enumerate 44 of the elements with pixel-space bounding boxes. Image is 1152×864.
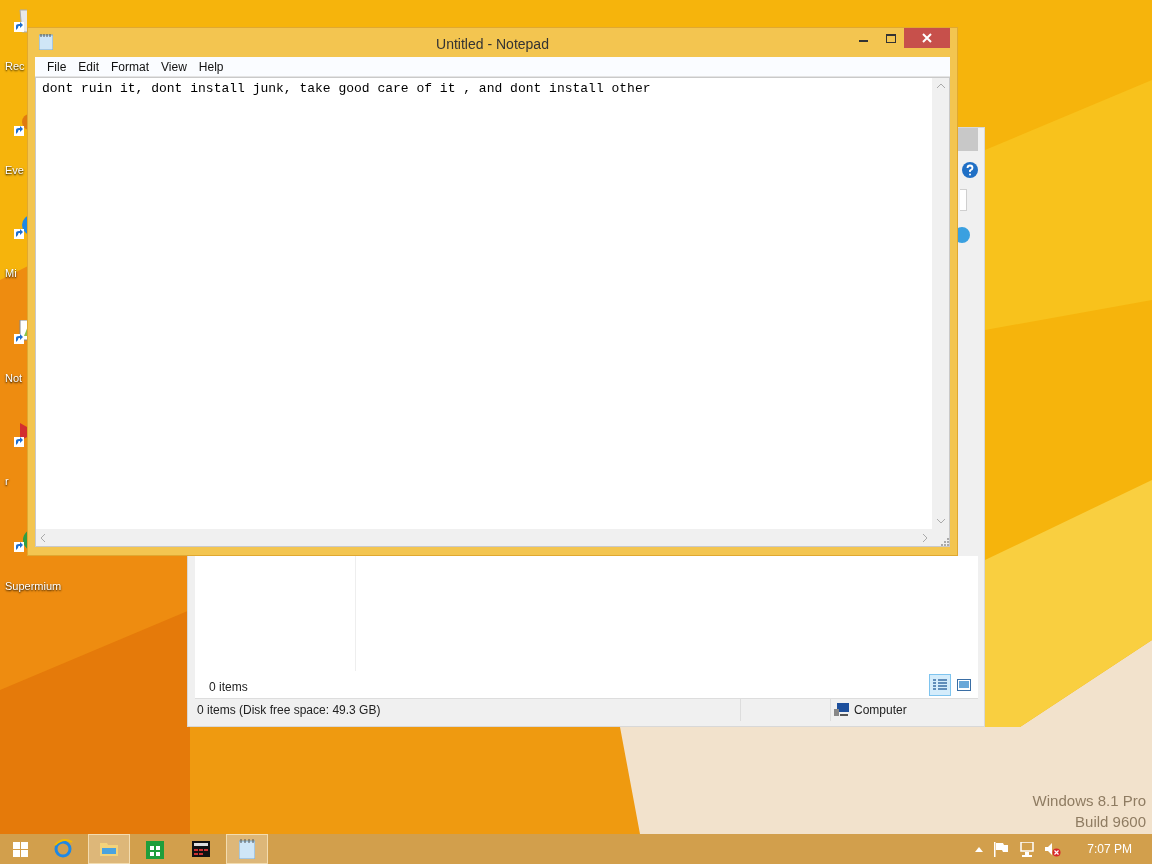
notepad-icon: [39, 34, 53, 50]
horizontal-scrollbar[interactable]: [36, 529, 932, 546]
vertical-scrollbar[interactable]: [932, 78, 949, 529]
clock[interactable]: 7:07 PM: [1087, 840, 1132, 858]
minimize-icon: [859, 40, 868, 42]
close-icon: [922, 33, 932, 43]
location-label: Computer: [854, 702, 907, 719]
flag-icon[interactable]: [993, 841, 1010, 857]
items-count: 0 items: [209, 679, 248, 696]
menu-item[interactable]: Edit: [72, 57, 106, 76]
close-button[interactable]: [904, 28, 950, 48]
desktop-icon-label[interactable]: Supermium: [5, 578, 62, 595]
title-bar: [958, 128, 978, 151]
menu-item[interactable]: Format: [105, 57, 156, 76]
shortcut-icon[interactable]: [14, 423, 27, 449]
help-icon[interactable]: [961, 161, 979, 179]
globe-icon[interactable]: [956, 225, 972, 245]
folder-icon[interactable]: [99, 840, 119, 858]
resize-grip-icon[interactable]: [941, 538, 949, 546]
muted-speaker-icon[interactable]: [1045, 841, 1062, 857]
store-icon[interactable]: [146, 839, 164, 859]
maximize-icon: [885, 33, 896, 43]
windows-icon: [12, 841, 28, 857]
network-icon[interactable]: [1019, 841, 1036, 857]
desktop-icon-label[interactable]: Rec: [5, 58, 25, 75]
notepad-icon[interactable]: [239, 839, 255, 859]
desktop-icon-label[interactable]: Mi: [5, 265, 17, 282]
desktop-icon-label[interactable]: Not: [5, 370, 23, 387]
window-title: Untitled - Notepad: [436, 35, 549, 54]
search-field[interactable]: [960, 189, 967, 211]
show-hidden-icons-icon[interactable]: [975, 846, 984, 852]
menu-item[interactable]: View: [155, 57, 193, 76]
menu-item[interactable]: File: [41, 57, 73, 76]
globe-e-icon[interactable]: [53, 839, 73, 859]
menu-item[interactable]: Help: [192, 57, 230, 76]
desktop-icon-label[interactable]: Eve: [5, 162, 24, 179]
computer-icon: [834, 703, 850, 717]
details-view-button[interactable]: [929, 674, 951, 696]
status-text: 0 items (Disk free space: 49.3 GB): [196, 702, 382, 719]
list-icon: [933, 679, 947, 691]
start-menu-app-icon[interactable]: [192, 841, 210, 857]
edition-text: Build 9600: [1075, 812, 1146, 832]
edition-text: Windows 8.1 Pro: [1032, 791, 1146, 811]
picture-frame-icon: [957, 679, 971, 691]
